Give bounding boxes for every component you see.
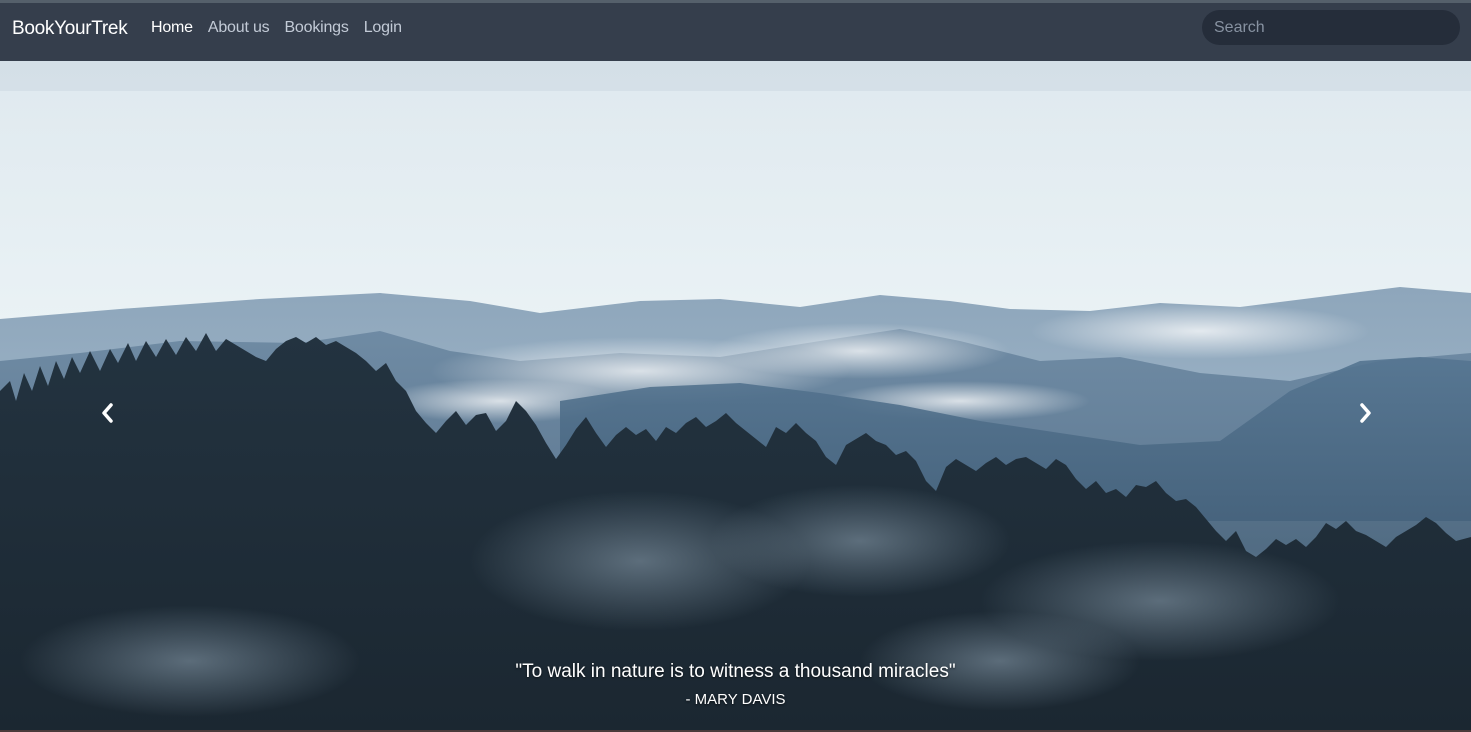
carousel-next-button[interactable]	[1345, 396, 1385, 430]
carousel-caption-author: - MARY DAVIS	[685, 691, 786, 708]
nav-link-bookings[interactable]: Bookings	[284, 19, 348, 37]
carousel-caption-quote: "To walk in nature is to witness a thous…	[515, 661, 956, 682]
nav-link-home[interactable]: Home	[151, 19, 193, 37]
nav-links: Home About us Bookings Login	[151, 19, 402, 37]
nav-link-login[interactable]: Login	[364, 19, 402, 37]
search-input[interactable]	[1202, 10, 1460, 45]
nav-link-about-us[interactable]: About us	[208, 19, 270, 37]
chevron-left-icon	[102, 403, 113, 423]
chevron-right-icon	[1360, 403, 1371, 423]
navbar: BookYourTrek Home About us Bookings Logi…	[0, 3, 1471, 61]
hero-image	[0, 61, 1471, 730]
brand-logo[interactable]: BookYourTrek	[12, 18, 128, 40]
hero-carousel: "To walk in nature is to witness a thous…	[0, 61, 1471, 730]
carousel-prev-button[interactable]	[88, 396, 128, 430]
